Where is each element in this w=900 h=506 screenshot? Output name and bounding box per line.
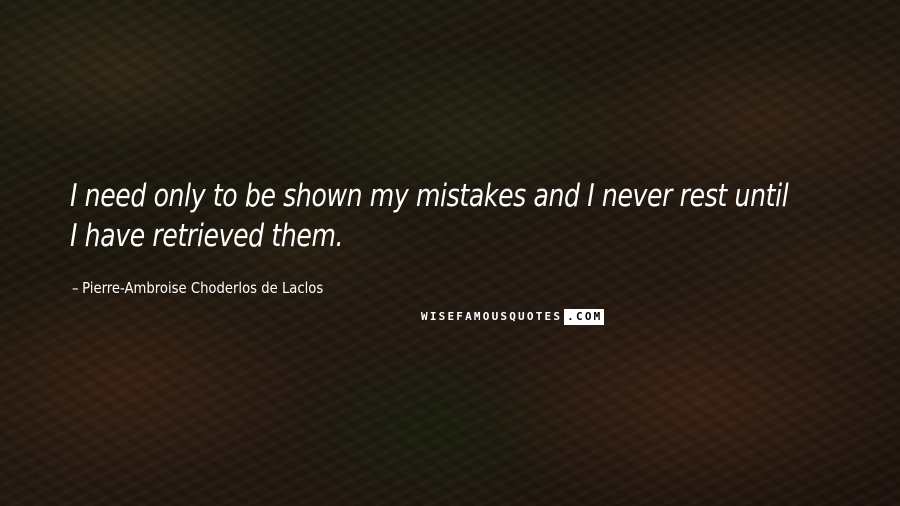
attribution-dash: – — [72, 279, 79, 297]
site-watermark: WISEFAMOUSQUOTES .COM — [420, 309, 605, 325]
quote-text: I need only to be shown my mistakes and … — [70, 178, 789, 254]
author-name: Pierre-Ambroise Choderlos de Laclos — [82, 279, 324, 297]
watermark-main-text: WISEFAMOUSQUOTES — [421, 310, 563, 323]
attribution: – Pierre-Ambroise Choderlos de Laclos — [72, 278, 323, 298]
watermark-suffix: .COM — [564, 309, 605, 325]
quote-card: I need only to be shown my mistakes and … — [0, 0, 900, 506]
